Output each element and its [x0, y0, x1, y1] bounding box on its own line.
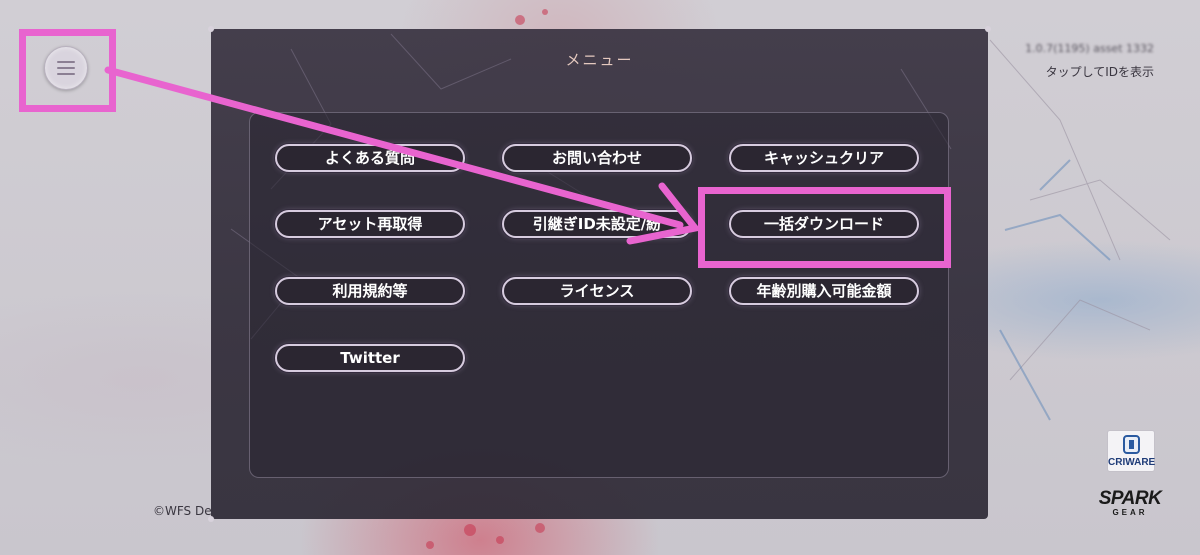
bulk-download-button[interactable]: 一括ダウンロード — [729, 210, 919, 238]
copyright-text: ©WFS De — [153, 504, 212, 518]
sparkgear-logo-top: SPARK — [1098, 488, 1162, 509]
corner-dot — [208, 26, 214, 32]
asset-redownload-button[interactable]: アセット再取得 — [275, 210, 465, 238]
license-button[interactable]: ライセンス — [502, 277, 692, 305]
hamburger-menu-icon — [57, 61, 75, 75]
transfer-id-button[interactable]: 引継ぎID未設定/紛 — [502, 210, 692, 238]
corner-dot — [985, 26, 991, 32]
menu-modal: メニュー よくある質問 お問い合わせ キャッシュクリア アセット再取得 引継ぎI… — [208, 26, 991, 522]
cache-clear-button[interactable]: キャッシュクリア — [729, 144, 919, 172]
show-id-hint[interactable]: タップしてIDを表示 — [1046, 63, 1154, 80]
version-text: 1.0.7(1195) asset 1332 — [1025, 42, 1154, 55]
modal-title: メニュー — [565, 51, 634, 69]
menu-button[interactable] — [44, 46, 88, 90]
menu-panel: よくある質問 お問い合わせ キャッシュクリア アセット再取得 引継ぎID未設定/… — [249, 112, 949, 478]
criware-emblem-icon — [1123, 435, 1140, 454]
sparkgear-logo-bottom: GEAR — [1112, 508, 1148, 517]
sparkgear-logo: SPARK GEAR — [1094, 488, 1166, 522]
age-purchase-limit-button[interactable]: 年齢別購入可能金額 — [729, 277, 919, 305]
terms-button[interactable]: 利用規約等 — [275, 277, 465, 305]
contact-button[interactable]: お問い合わせ — [502, 144, 692, 172]
faq-button[interactable]: よくある質問 — [275, 144, 465, 172]
twitter-button[interactable]: Twitter — [275, 344, 465, 372]
criware-logo-text: CRIWARE — [1108, 457, 1156, 468]
corner-dot — [208, 516, 214, 522]
criware-logo: CRIWARE — [1107, 430, 1155, 472]
